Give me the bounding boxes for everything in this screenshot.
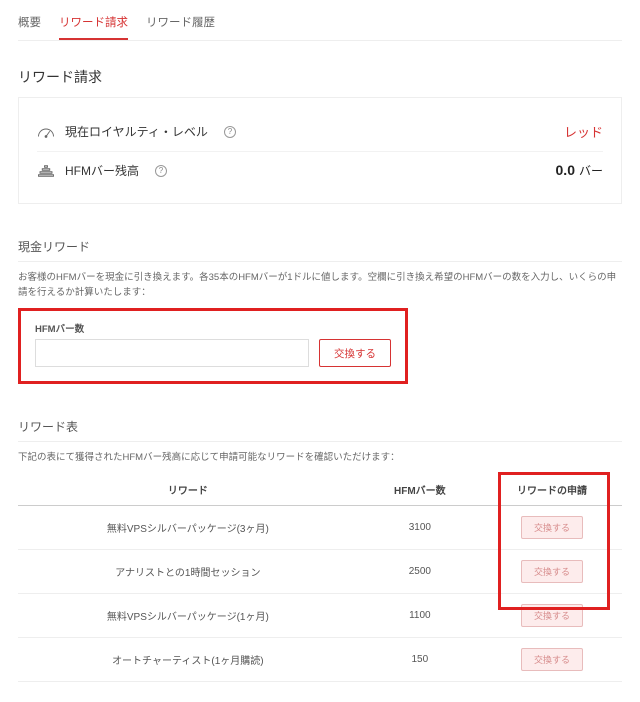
table-row: アナリストとの1時間セッション 2500 交換する (18, 549, 622, 593)
exchange-form-highlight: HFMバー数 交換する (18, 308, 408, 384)
cash-reward-title: 現金リワード (18, 238, 622, 262)
info-box: 現在ロイヤルティ・レベル ? レッド HFMバー残高 ? 0.0バー (18, 97, 622, 204)
col-reward: リワード (18, 474, 358, 506)
reward-name: アナリストとの1時間セッション (18, 549, 358, 593)
tab-overview[interactable]: 概要 (18, 10, 41, 40)
claim-button[interactable]: 交換する (521, 648, 583, 671)
claim-button[interactable]: 交換する (521, 516, 583, 539)
balance-value: 0.0バー (556, 162, 603, 179)
help-icon[interactable]: ? (155, 165, 167, 177)
reward-bars: 2500 (358, 549, 482, 593)
exchange-button[interactable]: 交換する (319, 339, 391, 367)
gauge-icon (37, 125, 55, 139)
reward-bars: 150 (358, 637, 482, 681)
table-row: オートチャーティスト(1ヶ月購読) 150 交換する (18, 637, 622, 681)
page-title: リワード請求 (18, 67, 622, 87)
reward-table-desc: 下記の表にて獲得されたHFMバー残高に応じて申請可能なリワードを確認いただけます… (18, 450, 622, 465)
claim-button[interactable]: 交換する (521, 560, 583, 583)
tabs-bar: 概要 リワード請求 リワード履歴 (18, 10, 622, 41)
reward-table-title: リワード表 (18, 418, 622, 442)
cash-reward-desc: お客様のHFMバーを現金に引き換えます。各35本のHFMバーが1ドルに値します。… (18, 270, 622, 300)
bars-input[interactable] (35, 339, 309, 367)
table-row: 無料VPSシルバーパッケージ(3ヶ月) 3100 交換する (18, 505, 622, 549)
bars-icon (37, 164, 55, 178)
tab-claim[interactable]: リワード請求 (59, 10, 128, 40)
help-icon[interactable]: ? (224, 126, 236, 138)
balance-label: HFMバー残高 (65, 162, 139, 179)
col-bars: HFMバー数 (358, 474, 482, 506)
bars-field-label: HFMバー数 (35, 321, 391, 335)
rewards-table: リワード HFMバー数 リワードの申請 無料VPSシルバーパッケージ(3ヶ月) … (18, 474, 622, 682)
balance-row: HFMバー残高 ? 0.0バー (37, 151, 603, 189)
tab-history[interactable]: リワード履歴 (146, 10, 215, 40)
reward-bars: 3100 (358, 505, 482, 549)
loyalty-value: レッド (564, 122, 603, 141)
reward-name: オートチャーティスト(1ヶ月購読) (18, 637, 358, 681)
reward-name: 無料VPSシルバーパッケージ(1ヶ月) (18, 593, 358, 637)
table-row: 無料VPSシルバーパッケージ(1ヶ月) 1100 交換する (18, 593, 622, 637)
col-claim: リワードの申請 (482, 474, 622, 506)
loyalty-row: 現在ロイヤルティ・レベル ? レッド (37, 112, 603, 151)
loyalty-label: 現在ロイヤルティ・レベル (65, 123, 208, 140)
claim-button[interactable]: 交換する (521, 604, 583, 627)
reward-name: 無料VPSシルバーパッケージ(3ヶ月) (18, 505, 358, 549)
reward-bars: 1100 (358, 593, 482, 637)
